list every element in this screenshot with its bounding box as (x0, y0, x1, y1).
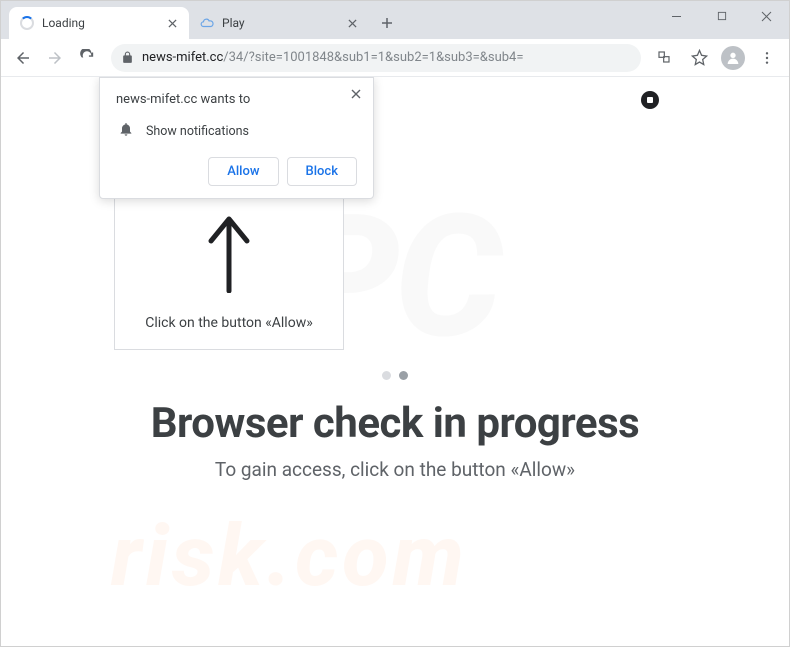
tab-strip: Loading Play (1, 1, 789, 39)
tab-play[interactable]: Play (189, 7, 369, 39)
bookmark-icon[interactable] (685, 44, 713, 72)
page-heading: Browser check in progress To gain access… (1, 399, 789, 481)
permission-prompt: news-mifet.cc wants to Show notification… (99, 77, 374, 199)
profile-avatar[interactable] (719, 44, 747, 72)
tab-title: Play (222, 16, 338, 30)
dot (399, 371, 408, 380)
loader-dots (382, 371, 408, 380)
new-tab-button[interactable] (373, 9, 401, 37)
heading-text: Browser check in progress (1, 399, 789, 448)
tab-loading[interactable]: Loading (9, 7, 189, 39)
maximize-button[interactable] (699, 1, 744, 31)
reload-button[interactable] (73, 44, 101, 72)
lock-icon (121, 51, 134, 64)
translate-icon[interactable] (651, 44, 679, 72)
cloud-icon (199, 15, 215, 31)
window-controls (654, 1, 789, 39)
prompt-actions: Allow Block (116, 157, 357, 186)
allow-button[interactable]: Allow (208, 157, 278, 186)
back-button[interactable] (9, 44, 37, 72)
toolbar: news-mifet.cc/34/?site=1001848&sub1=1&su… (1, 39, 789, 77)
callout-box: Click on the button «Allow» (114, 182, 344, 350)
tab-title: Loading (42, 16, 158, 30)
bell-icon (118, 121, 134, 141)
permission-row: Show notifications (116, 121, 357, 141)
browser-window: Loading Play (0, 0, 790, 647)
toolbar-right (651, 44, 781, 72)
close-icon[interactable] (165, 16, 179, 30)
forward-button[interactable] (41, 44, 69, 72)
callout-text: Click on the button «Allow» (145, 315, 313, 331)
close-button[interactable] (744, 1, 789, 31)
prompt-origin: news-mifet.cc wants to (116, 92, 357, 107)
spinner-icon (19, 15, 35, 31)
block-button[interactable]: Block (287, 157, 357, 186)
permission-label: Show notifications (146, 124, 249, 139)
subheading-text: To gain access, click on the button «All… (1, 458, 789, 481)
dot (382, 371, 391, 380)
address-bar[interactable]: news-mifet.cc/34/?site=1001848&sub1=1&su… (111, 44, 641, 72)
watermark-risk: risk.com (111, 506, 468, 606)
menu-button[interactable] (753, 44, 781, 72)
close-icon[interactable] (345, 16, 359, 30)
close-icon[interactable] (351, 88, 361, 103)
minimize-button[interactable] (654, 1, 699, 31)
media-indicator-icon[interactable] (641, 91, 659, 109)
page-content: PC risk.com news-mifet.cc wants to Show … (1, 77, 789, 646)
arrow-up-icon (206, 213, 252, 297)
url-text: news-mifet.cc/34/?site=1001848&sub1=1&su… (142, 50, 631, 65)
